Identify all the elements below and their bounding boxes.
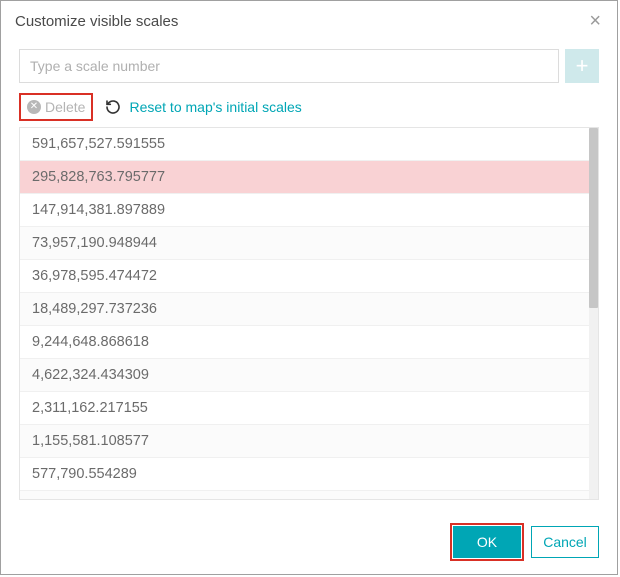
scale-list-container: 591,657,527.591555295,828,763.795777147,… [19,127,599,500]
action-row: ✕ Delete Reset to map's initial scales [19,93,599,121]
content: + ✕ Delete Reset to map's initial scales… [1,39,617,512]
delete-label: Delete [45,99,85,115]
dialog: Customize visible scales × + ✕ Delete Re… [0,0,618,575]
dialog-title: Customize visible scales [15,13,178,30]
list-item[interactable]: 147,914,381.897889 [20,194,589,227]
list-item[interactable]: 9,244,648.868618 [20,326,589,359]
list-item[interactable]: 36,978,595.474472 [20,260,589,293]
plus-icon: + [576,53,589,79]
scale-input[interactable] [19,49,559,83]
scrollbar[interactable] [589,128,598,499]
ok-button[interactable]: OK [453,526,521,558]
list-item[interactable]: 295,828,763.795777 [20,161,589,194]
list-item[interactable]: 18,489,297.737236 [20,293,589,326]
input-row: + [19,49,599,83]
list-item[interactable]: 2,311,162.217155 [20,392,589,425]
footer: OK Cancel [1,512,617,574]
list-item[interactable]: 4,622,324.434309 [20,359,589,392]
list-item[interactable]: 591,657,527.591555 [20,128,589,161]
scale-list[interactable]: 591,657,527.591555295,828,763.795777147,… [20,128,589,499]
reset-link[interactable]: Reset to map's initial scales [129,99,301,115]
delete-button[interactable]: ✕ Delete [19,93,93,121]
delete-circle-icon: ✕ [27,100,41,114]
close-icon[interactable]: × [587,11,603,31]
list-item[interactable]: 1,155,581.108577 [20,425,589,458]
refresh-icon[interactable] [105,99,121,115]
scrollbar-thumb[interactable] [589,128,598,308]
cancel-button[interactable]: Cancel [531,526,599,558]
list-item[interactable]: 73,957,190.948944 [20,227,589,260]
list-item[interactable]: 288,895.277144 [20,491,589,499]
list-item[interactable]: 577,790.554289 [20,458,589,491]
header: Customize visible scales × [1,1,617,39]
add-button[interactable]: + [565,49,599,83]
